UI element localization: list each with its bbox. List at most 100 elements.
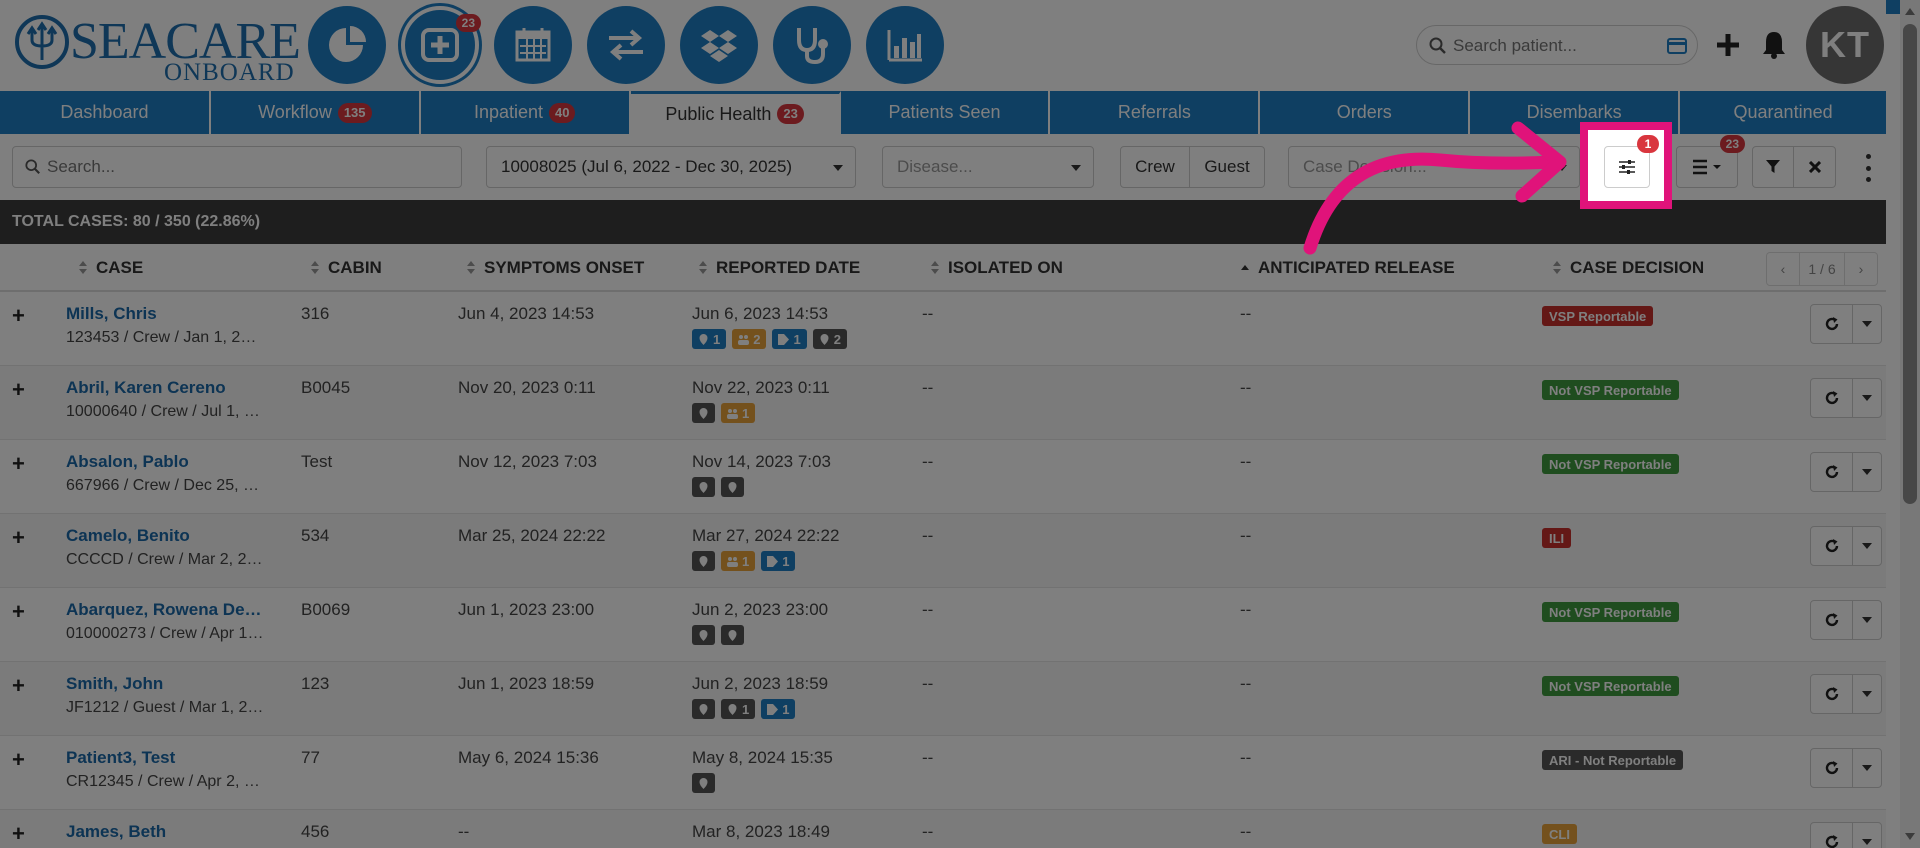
refresh-button[interactable] (1811, 749, 1853, 787)
contacts-tag[interactable]: 1 (721, 551, 756, 571)
expand-row-icon[interactable]: + (12, 823, 25, 845)
refresh-button[interactable] (1811, 453, 1853, 491)
medical-add-module-button[interactable]: 23 (401, 6, 481, 84)
refresh-button[interactable] (1811, 305, 1853, 343)
table-row[interactable]: + Abril, Karen Cereno 10000640 / Crew / … (0, 366, 1886, 440)
table-row[interactable]: + Smith, John JF1212 / Guest / Mar 1, 20… (0, 662, 1886, 736)
row-menu-button[interactable] (1853, 453, 1881, 491)
table-row[interactable]: + Absalon, Pablo 667966 / Crew / Dec 25,… (0, 440, 1886, 514)
col-isolated-on[interactable]: ISOLATED ON (930, 244, 1063, 292)
contacts-tag[interactable]: 2 (732, 329, 767, 349)
label-tag[interactable]: 1 (772, 329, 807, 349)
user-avatar[interactable]: KT (1806, 6, 1884, 84)
more-options-icon[interactable] (1862, 154, 1874, 182)
status-tag[interactable]: 1 (721, 699, 756, 719)
row-menu-button[interactable] (1853, 305, 1881, 343)
col-reported-date[interactable]: REPORTED DATE (698, 244, 860, 292)
status-tag[interactable] (692, 773, 715, 793)
case-name-link[interactable]: Absalon, Pablo (66, 452, 266, 472)
scroll-up-icon[interactable] (1905, 8, 1915, 15)
col-case[interactable]: CASE (78, 244, 143, 292)
voyage-select[interactable]: 10008025 (Jul 6, 2022 - Dec 30, 2025) (486, 146, 856, 188)
clinical-module-button[interactable] (773, 6, 851, 84)
tab-dashboard[interactable]: Dashboard (0, 91, 211, 134)
status-tag[interactable] (721, 625, 744, 645)
label-tag[interactable]: 1 (761, 699, 796, 719)
page-scrollbar[interactable] (1900, 0, 1920, 848)
row-menu-button[interactable] (1853, 749, 1881, 787)
table-row[interactable]: + Camelo, Benito CCCCD / Crew / Mar 2, 2… (0, 514, 1886, 588)
bell-icon[interactable] (1760, 28, 1788, 60)
case-name-link[interactable]: Camelo, Benito (66, 526, 266, 546)
tab-referrals[interactable]: Referrals (1050, 91, 1261, 134)
refresh-button[interactable] (1811, 823, 1853, 848)
case-name-link[interactable]: Mills, Chris (66, 304, 266, 324)
col-symptoms-onset[interactable]: SYMPTOMS ONSET (466, 244, 644, 292)
col-cabin[interactable]: CABIN (310, 244, 382, 292)
inventory-module-button[interactable] (680, 6, 758, 84)
refresh-button[interactable] (1811, 675, 1853, 713)
scroll-down-icon[interactable] (1905, 833, 1915, 840)
row-menu-button[interactable] (1853, 527, 1881, 565)
status-tag[interactable] (721, 477, 744, 497)
filter-button[interactable] (1752, 146, 1794, 188)
case-search-input[interactable] (47, 157, 447, 177)
tab-public-health[interactable]: Public Health 23 (630, 91, 841, 134)
tab-patients-seen[interactable]: Patients Seen (841, 91, 1051, 134)
status-tag[interactable] (692, 625, 715, 645)
transfers-module-button[interactable] (587, 6, 665, 84)
id-card-icon[interactable] (1667, 38, 1687, 54)
case-tags: 1 (692, 403, 756, 423)
status-tag[interactable]: 2 (812, 329, 847, 349)
tab-workflow[interactable]: Workflow 135 (211, 91, 421, 134)
case-name-link[interactable]: Patient3, Test (66, 748, 266, 768)
scroll-thumb[interactable] (1903, 24, 1917, 504)
case-name-link[interactable]: Abril, Karen Cereno (66, 378, 266, 398)
guest-button[interactable]: Guest (1190, 146, 1265, 188)
isolated-on-cell: -- (922, 674, 934, 693)
status-tag[interactable] (692, 477, 715, 497)
refresh-button[interactable] (1811, 527, 1853, 565)
table-row[interactable]: + Abarquez, Rowena Dela Cruz 010000273 /… (0, 588, 1886, 662)
crew-button[interactable]: Crew (1120, 146, 1190, 188)
table-row[interactable]: + James, Beth 456 -- Mar 8, 2023 18:49 -… (0, 810, 1886, 848)
refresh-button[interactable] (1811, 601, 1853, 639)
clear-filters-button[interactable] (1794, 146, 1836, 188)
tab-quarantined[interactable]: Quarantined (1680, 91, 1886, 134)
refresh-button[interactable] (1811, 379, 1853, 417)
row-menu-button[interactable] (1853, 601, 1881, 639)
case-name-link[interactable]: James, Beth (66, 822, 266, 842)
patient-search-input[interactable] (1453, 34, 1653, 58)
row-menu-button[interactable] (1853, 675, 1881, 713)
status-tag[interactable] (692, 403, 715, 423)
list-view-button[interactable]: 23 (1676, 135, 1745, 188)
symptoms-onset-cell: May 6, 2024 15:36 (458, 748, 599, 767)
expand-row-icon[interactable]: + (12, 305, 25, 327)
row-menu-button[interactable] (1853, 379, 1881, 417)
seacare-logo[interactable]: SEACARE ONBOARD (14, 10, 301, 85)
expand-row-icon[interactable]: + (12, 453, 25, 475)
add-icon[interactable] (1714, 28, 1742, 60)
tab-inpatient[interactable]: Inpatient 40 (421, 91, 631, 134)
expand-row-icon[interactable]: + (12, 749, 25, 771)
analytics-module-button[interactable] (308, 6, 386, 84)
next-page-button[interactable]: › (1845, 253, 1877, 285)
row-menu-button[interactable] (1853, 823, 1881, 848)
reports-module-button[interactable] (866, 6, 944, 84)
case-name-link[interactable]: Smith, John (66, 674, 266, 694)
label-tag[interactable]: 1 (761, 551, 796, 571)
location-tag[interactable]: 1 (692, 329, 727, 349)
prev-page-button[interactable]: ‹ (1767, 253, 1799, 285)
table-row[interactable]: + Patient3, Test CR12345 / Crew / Apr 2,… (0, 736, 1886, 810)
disease-select[interactable]: Disease... (882, 146, 1094, 188)
contacts-tag[interactable]: 1 (721, 403, 756, 423)
expand-row-icon[interactable]: + (12, 601, 25, 623)
table-row[interactable]: + Mills, Chris 123453 / Crew / Jan 1, 20… (0, 292, 1886, 366)
expand-row-icon[interactable]: + (12, 675, 25, 697)
expand-row-icon[interactable]: + (12, 527, 25, 549)
calendar-module-button[interactable] (494, 6, 572, 84)
expand-row-icon[interactable]: + (12, 379, 25, 401)
status-tag[interactable] (692, 551, 715, 571)
case-name-link[interactable]: Abarquez, Rowena Dela Cruz (66, 600, 266, 620)
status-tag[interactable] (692, 699, 715, 719)
